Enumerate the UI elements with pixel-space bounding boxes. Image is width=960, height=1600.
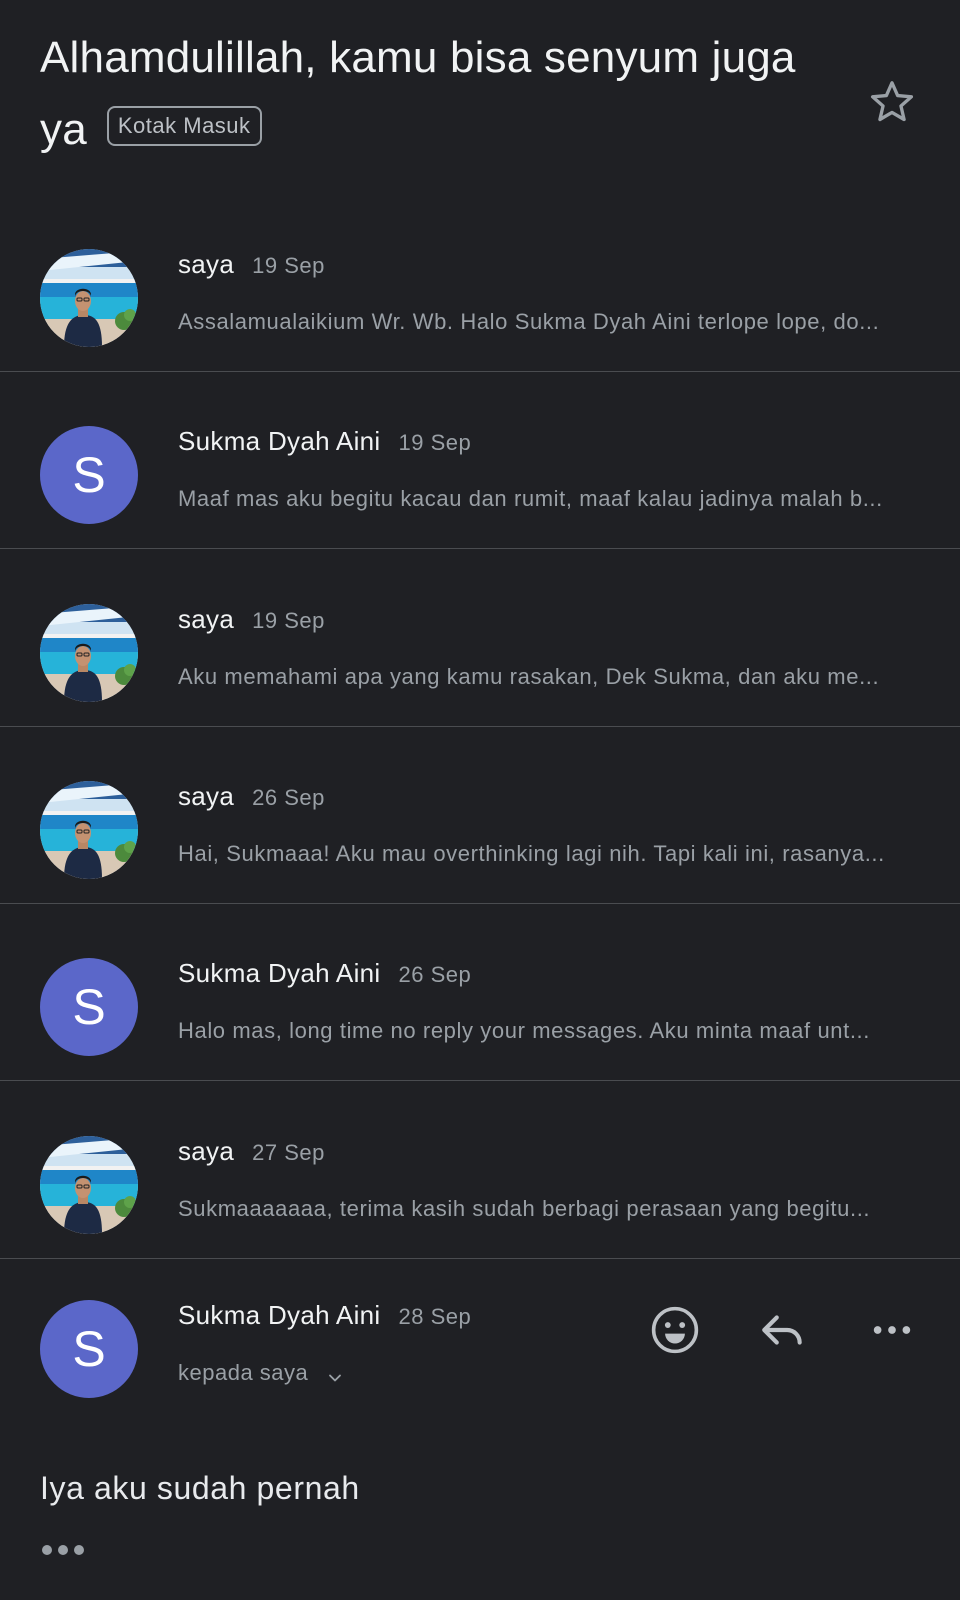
emoji-icon [651,1306,699,1354]
avatar-photo [40,781,138,879]
avatar-letter: S [40,426,138,524]
sender-line: saya 19 Sep [178,249,325,280]
message-date: 28 Sep [398,1304,472,1329]
avatar-photo [40,604,138,702]
dot [58,1545,68,1555]
recipient-toggle[interactable]: kepada saya [178,1360,345,1386]
dot [74,1545,84,1555]
message-snippet: Assalamualaikium Wr. Wb. Halo Sukma Dyah… [178,309,880,334]
avatar-letter: S [40,958,138,1056]
message-snippet: Halo mas, long time no reply your messag… [178,1018,870,1043]
message-row[interactable]: saya 19 Sep Assalamualaikium Wr. Wb. Halo… [0,195,960,372]
sender-name: saya [178,781,235,811]
message-row[interactable]: saya 26 Sep Hai, Sukmaaa! Aku mau overthi… [0,727,960,904]
recipient-text: kepada saya [178,1360,309,1385]
sender-name: saya [178,249,235,279]
message-date: 26 Sep [252,785,325,810]
thread-subject: Alhamdulillah, kamu bisa senyum juga ya K… [40,22,830,166]
email-thread-view: Alhamdulillah, kamu bisa senyum juga ya K… [0,0,960,1600]
message-snippet: Sukmaaaaaaa, terima kasih sudah berbagi … [178,1196,871,1221]
sender-name: saya [178,1136,235,1166]
show-trimmed-content-button[interactable] [42,1545,84,1555]
profile-photo [40,249,138,347]
message-snippet: Maaf mas aku begitu kacau dan rumit, maa… [178,486,883,511]
message-body: Iya aku sudah pernah [40,1470,360,1506]
sender-line: Sukma Dyah Aini 28 Sep [178,1300,471,1331]
message-snippet: Aku memahami apa yang kamu rasakan, Dek … [178,664,880,689]
message-date: 26 Sep [398,962,472,987]
message-snippet: Hai, Sukmaaa! Aku mau overthinking lagi … [178,841,885,866]
chevron-down-icon [328,1374,341,1382]
reply-icon [762,1315,802,1345]
message-row[interactable]: S Sukma Dyah Aini 19 Sep Maaf mas aku beg… [0,372,960,549]
label-chip-inbox[interactable]: Kotak Masuk [106,106,262,147]
reply-button[interactable] [753,1300,813,1360]
message-row[interactable]: saya 19 Sep Aku memahami apa yang kamu ra… [0,550,960,727]
message-row[interactable]: saya 27 Sep Sukmaaaaaaa, terima kasih sud… [0,1082,960,1259]
sender-line: saya 27 Sep [178,1136,325,1167]
message-row[interactable]: S Sukma Dyah Aini 26 Sep Halo mas, long t… [0,904,960,1081]
message-date: 19 Sep [252,608,325,633]
avatar-photo [40,249,138,347]
sender-line: saya 26 Sep [178,781,325,812]
sender-name: Sukma Dyah Aini [178,1300,381,1330]
profile-photo [40,781,138,879]
message-date: 19 Sep [398,430,472,455]
profile-photo [40,604,138,702]
message-date: 19 Sep [252,253,325,278]
sender-line: Sukma Dyah Aini 19 Sep [178,426,471,457]
sender-line: saya 19 Sep [178,604,325,635]
sender-name: saya [178,604,235,634]
more-options-button[interactable] [862,1300,922,1360]
sender-name: Sukma Dyah Aini [178,958,381,988]
avatar-photo [40,1136,138,1234]
star-button[interactable] [866,76,918,128]
star-icon [870,81,914,122]
sender-line: Sukma Dyah Aini 26 Sep [178,958,471,989]
dot [42,1545,52,1555]
profile-photo [40,1136,138,1234]
expanded-message: S Sukma Dyah Aini 28 Sep kepada saya Iya… [0,1260,960,1600]
sender-name: Sukma Dyah Aini [178,426,381,456]
more-horizontal-icon [873,1326,911,1334]
add-reaction-button[interactable] [645,1300,705,1360]
avatar: S [40,1300,138,1398]
message-date: 27 Sep [252,1140,325,1165]
